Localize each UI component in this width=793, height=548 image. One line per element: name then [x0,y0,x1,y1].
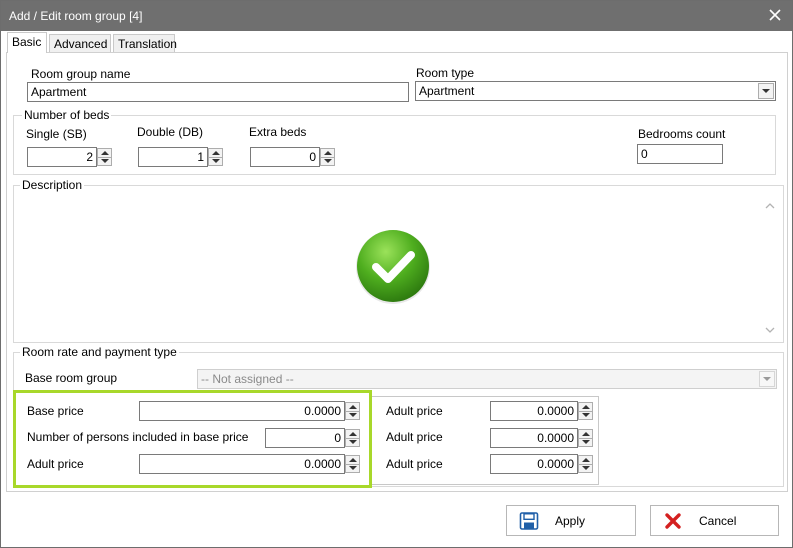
room-type-label: Room type [416,66,475,80]
double-beds-input[interactable]: 1 [138,147,208,167]
tab-advanced[interactable]: Advanced [49,34,111,53]
base-price-spin[interactable] [345,402,360,420]
single-beds-input[interactable]: 2 [27,147,97,167]
close-icon[interactable] [766,6,784,24]
arrow-up-icon [582,405,590,409]
room-rate-label: Room rate and payment type [20,345,179,359]
dialog-window: Add / Edit room group [4] Basic Advanced… [0,0,793,548]
bedrooms-count-label: Bedrooms count [638,127,726,141]
arrow-down-icon [349,413,357,417]
arrow-down-icon [349,466,357,470]
adult-price-label-4: Adult price [386,457,443,471]
save-icon [519,512,539,530]
adult-price-label-3: Adult price [386,430,443,444]
adult-price-spin-2[interactable] [578,402,593,420]
adult-price-stepper-2[interactable]: 0.0000 [490,401,594,421]
extra-beds-label: Extra beds [249,125,307,139]
arrow-up-icon [324,151,332,155]
arrow-down-icon [212,159,220,163]
base-room-group-value: -- Not assigned -- [201,372,294,386]
base-price-stepper[interactable]: 0.0000 [139,401,361,421]
extra-beds-spin[interactable] [320,148,335,166]
arrow-up-icon [101,151,109,155]
adult-price-stepper[interactable]: 0.0000 [139,454,361,474]
arrow-down-icon [324,159,332,163]
chevron-down-icon [763,377,771,381]
cancel-button-label: Cancel [699,514,737,528]
scroll-down-icon[interactable] [764,325,776,335]
arrow-down-icon [582,466,590,470]
window-title: Add / Edit room group [4] [9,9,143,23]
room-type-dropdown-button[interactable] [758,83,774,99]
checkmark-icon [356,230,430,304]
cancel-button[interactable]: Cancel [650,505,779,536]
title-bar: Add / Edit room group [4] [1,1,792,31]
adult-price-stepper-3[interactable]: 0.0000 [490,428,594,448]
room-type-value: Apartment [419,84,475,98]
base-room-group-select[interactable]: -- Not assigned -- [197,369,777,389]
adult-price-input-4[interactable]: 0.0000 [490,454,578,474]
cancel-x-icon [665,513,681,529]
persons-included-spin[interactable] [345,429,360,447]
adult-price-input-3[interactable]: 0.0000 [490,428,578,448]
adult-price-label: Adult price [27,457,84,471]
adult-price-stepper-4[interactable]: 0.0000 [490,454,594,474]
arrow-up-icon [582,458,590,462]
double-beds-label: Double (DB) [137,125,204,139]
single-beds-label: Single (SB) [26,127,87,141]
arrow-down-icon [101,159,109,163]
description-label: Description [20,178,85,192]
room-type-select[interactable]: Apartment [415,81,776,101]
arrow-up-icon [349,432,357,436]
arrow-up-icon [582,432,590,436]
persons-included-label: Number of persons included in base price [27,430,249,444]
double-beds-stepper[interactable]: 1 [138,147,224,167]
base-room-group-label: Base room group [25,371,118,385]
arrow-down-icon [582,413,590,417]
adult-price-spin-4[interactable] [578,455,593,473]
arrow-up-icon [349,458,357,462]
bedrooms-count-input[interactable]: 0 [637,144,723,164]
single-beds-spin[interactable] [97,148,112,166]
base-price-label: Base price [27,404,84,418]
arrow-down-icon [349,440,357,444]
adult-price-spin[interactable] [345,455,360,473]
persons-included-input[interactable]: 0 [265,428,345,448]
scroll-up-icon[interactable] [764,201,776,211]
room-group-name-input[interactable]: Apartment [27,82,409,102]
tab-basic[interactable]: Basic [7,32,47,53]
persons-included-stepper[interactable]: 0 [265,428,361,448]
description-scrollbar[interactable] [762,195,778,339]
base-room-group-dropdown-button[interactable] [759,371,775,387]
single-beds-stepper[interactable]: 2 [27,147,113,167]
adult-price-spin-3[interactable] [578,429,593,447]
room-group-name-label: Room group name [31,67,131,81]
adult-price-input[interactable]: 0.0000 [139,454,345,474]
chevron-down-icon [762,89,770,93]
arrow-up-icon [349,405,357,409]
arrow-down-icon [582,440,590,444]
adult-price-input-2[interactable]: 0.0000 [490,401,578,421]
double-beds-spin[interactable] [208,148,223,166]
extra-beds-input[interactable]: 0 [250,147,320,167]
arrow-up-icon [212,151,220,155]
base-price-input[interactable]: 0.0000 [139,401,345,421]
apply-button[interactable]: Apply [506,505,636,536]
adult-price-label-2: Adult price [386,404,443,418]
number-of-beds-label: Number of beds [22,108,112,122]
extra-beds-stepper[interactable]: 0 [250,147,336,167]
apply-button-label: Apply [555,514,586,528]
tab-translation[interactable]: Translation [113,34,177,53]
